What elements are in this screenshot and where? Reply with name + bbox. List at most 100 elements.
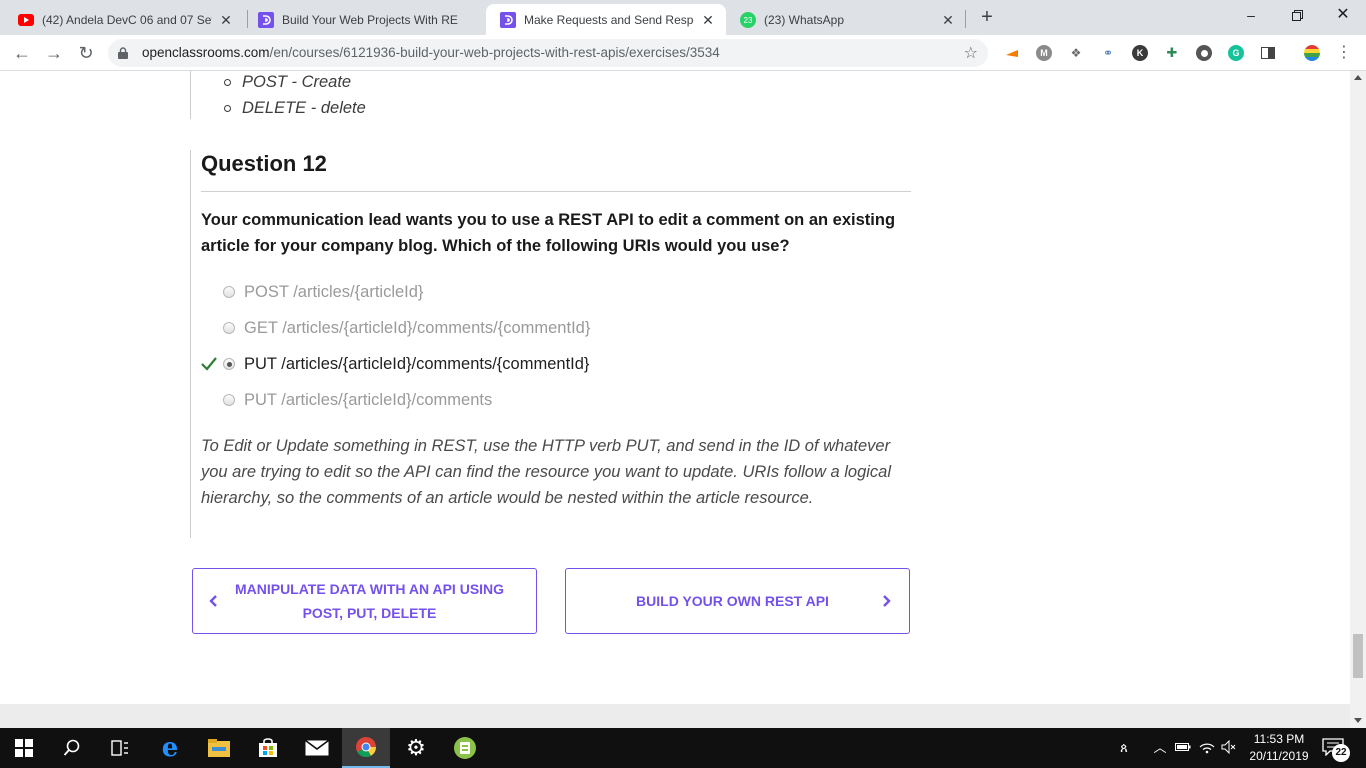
extension-circle-icon[interactable] bbox=[1196, 45, 1212, 61]
notification-count-badge: 22 bbox=[1332, 744, 1350, 762]
tab-title: (23) WhatsApp bbox=[764, 12, 845, 27]
battery-icon[interactable] bbox=[1175, 740, 1191, 756]
store-button[interactable] bbox=[244, 728, 292, 768]
windows-logo-icon bbox=[15, 739, 33, 757]
openclassrooms-icon bbox=[258, 11, 274, 28]
browser-toolbar: ← → ↻ openclassrooms.com/en/courses/6121… bbox=[0, 35, 1366, 71]
address-bar[interactable]: openclassrooms.com/en/courses/6121936-bu… bbox=[108, 39, 988, 67]
extension-plus-icon[interactable]: ✚ bbox=[1164, 45, 1180, 61]
scroll-up-arrow-icon[interactable] bbox=[1354, 75, 1362, 80]
tab-build-web-projects[interactable]: Build Your Web Projects With RE bbox=[244, 4, 484, 35]
option-label: POST /articles/{articleId} bbox=[244, 283, 424, 301]
bookmark-star-icon[interactable]: ☆ bbox=[964, 43, 978, 63]
wifi-icon[interactable] bbox=[1199, 740, 1215, 756]
answer-option[interactable]: GET /articles/{articleId}/comments/{comm… bbox=[200, 310, 920, 346]
action-center-button[interactable]: 22 bbox=[1322, 738, 1350, 762]
tab-separator bbox=[965, 10, 966, 28]
extension-link-icon[interactable]: ⚭ bbox=[1100, 45, 1116, 61]
divider bbox=[201, 191, 911, 192]
answer-option[interactable]: PUT /articles/{articleId}/comments bbox=[200, 382, 920, 418]
url-domain: openclassrooms.com bbox=[142, 45, 270, 60]
vertical-scrollbar[interactable] bbox=[1350, 71, 1366, 728]
settings-button[interactable]: ⚙ bbox=[392, 728, 440, 768]
close-tab-icon[interactable]: ✕ bbox=[218, 12, 234, 28]
radio-button-selected[interactable] bbox=[223, 358, 235, 370]
app-green-button[interactable] bbox=[441, 728, 489, 768]
clock-time: 11:53 PM bbox=[1253, 732, 1305, 746]
previous-chapter-line2: POST, PUT, DELETE bbox=[302, 605, 437, 621]
search-button[interactable] bbox=[48, 728, 96, 768]
new-tab-button[interactable]: + bbox=[976, 7, 998, 29]
checkmark-icon bbox=[200, 355, 218, 373]
option-label: GET /articles/{articleId}/comments/{comm… bbox=[244, 319, 591, 337]
mail-icon bbox=[305, 740, 329, 756]
previous-chapter-label: MANIPULATE DATA WITH AN API USING POST, … bbox=[235, 577, 504, 625]
tab-title: (42) Andela DevC 06 and 07 Setti bbox=[42, 12, 212, 27]
tab-andela-devc[interactable]: (42) Andela DevC 06 and 07 Setti ✕ bbox=[4, 4, 244, 35]
question-text: Your communication lead wants you to use… bbox=[201, 211, 896, 255]
answer-option-correct[interactable]: PUT /articles/{articleId}/comments/{comm… bbox=[200, 346, 920, 382]
extension-reader-icon[interactable] bbox=[1260, 45, 1276, 61]
tab-make-requests[interactable]: Make Requests and Send Respon ✕ bbox=[486, 4, 726, 35]
clock-date: 20/11/2019 bbox=[1249, 749, 1309, 763]
mail-button[interactable] bbox=[293, 728, 341, 768]
answer-border-line bbox=[190, 71, 191, 119]
edge-browser-button[interactable]: e bbox=[146, 728, 194, 768]
close-window-button[interactable]: ✕ bbox=[1320, 0, 1366, 30]
previous-chapter-button[interactable]: MANIPULATE DATA WITH AN API USING POST, … bbox=[192, 568, 537, 634]
volume-muted-icon[interactable] bbox=[1221, 739, 1237, 756]
next-chapter-label: BUILD YOUR OWN REST API bbox=[636, 593, 829, 609]
extension-orange-icon[interactable] bbox=[1004, 45, 1020, 61]
option-label: PUT /articles/{articleId}/comments/{comm… bbox=[244, 355, 590, 373]
file-explorer-button[interactable] bbox=[195, 728, 243, 768]
back-arrow-icon[interactable]: ← bbox=[10, 41, 34, 65]
minimize-button[interactable]: – bbox=[1228, 0, 1274, 30]
radio-button[interactable] bbox=[223, 394, 235, 406]
answer-option[interactable]: POST /articles/{articleId} bbox=[200, 274, 920, 310]
scroll-down-arrow-icon[interactable] bbox=[1354, 718, 1362, 723]
folder-icon bbox=[208, 739, 230, 757]
whatsapp-icon: 23 bbox=[740, 11, 756, 28]
option-label: PUT /articles/{articleId}/comments bbox=[244, 391, 493, 409]
whatsapp-badge: 23 bbox=[744, 16, 753, 25]
close-tab-icon[interactable]: ✕ bbox=[700, 12, 716, 28]
chevron-right-icon bbox=[883, 595, 891, 607]
edge-icon: e bbox=[161, 733, 179, 763]
extension-m-icon[interactable]: M bbox=[1036, 45, 1052, 61]
system-clock[interactable]: 11:53 PM 20/11/2019 bbox=[1242, 731, 1316, 765]
scrollbar-thumb[interactable] bbox=[1353, 634, 1363, 678]
url-text: openclassrooms.com/en/courses/6121936-bu… bbox=[142, 39, 720, 67]
store-icon bbox=[259, 738, 277, 757]
list-item: POST - Create bbox=[222, 71, 366, 95]
dropbox-icon[interactable]: ❖ bbox=[1068, 45, 1084, 61]
chevron-up-icon[interactable]: ︿ bbox=[1152, 740, 1168, 756]
lock-icon bbox=[118, 46, 128, 59]
extension-colorful-icon[interactable] bbox=[1304, 45, 1320, 61]
forward-arrow-icon[interactable]: → bbox=[42, 41, 66, 65]
youtube-icon bbox=[18, 12, 34, 28]
chrome-icon bbox=[356, 737, 377, 758]
extension-k-icon[interactable]: K bbox=[1132, 45, 1148, 61]
previous-chapter-line1: MANIPULATE DATA WITH AN API USING bbox=[234, 581, 505, 597]
tab-title: Make Requests and Send Respon bbox=[524, 12, 694, 27]
radio-button[interactable] bbox=[223, 286, 235, 298]
green-app-icon bbox=[454, 737, 476, 759]
windows-taskbar: e ⚙ ጰ ︿ 11:53 PM 20/11/2019 22 bbox=[0, 728, 1366, 768]
start-button[interactable] bbox=[0, 728, 48, 768]
chrome-menu-icon[interactable]: ⋮ bbox=[1336, 43, 1352, 63]
task-view-button[interactable] bbox=[96, 728, 144, 768]
reload-icon[interactable]: ↻ bbox=[74, 41, 98, 65]
question-border-line bbox=[190, 150, 191, 538]
chrome-button[interactable] bbox=[342, 728, 390, 768]
task-view-icon bbox=[111, 740, 128, 756]
previous-answer-list: POST - Create DELETE - delete bbox=[222, 71, 366, 121]
next-chapter-button[interactable]: BUILD YOUR OWN REST API bbox=[565, 568, 910, 634]
tab-strip: (42) Andela DevC 06 and 07 Setti ✕ Build… bbox=[0, 0, 1366, 35]
radio-button[interactable] bbox=[223, 322, 235, 334]
answer-options: POST /articles/{articleId} GET /articles… bbox=[200, 274, 920, 418]
grammarly-icon[interactable]: G bbox=[1228, 45, 1244, 61]
close-tab-icon[interactable]: ✕ bbox=[940, 12, 956, 28]
people-icon[interactable]: ጰ bbox=[1116, 740, 1132, 756]
tab-whatsapp[interactable]: 23 (23) WhatsApp ✕ bbox=[726, 4, 966, 35]
restore-button[interactable] bbox=[1274, 0, 1320, 30]
